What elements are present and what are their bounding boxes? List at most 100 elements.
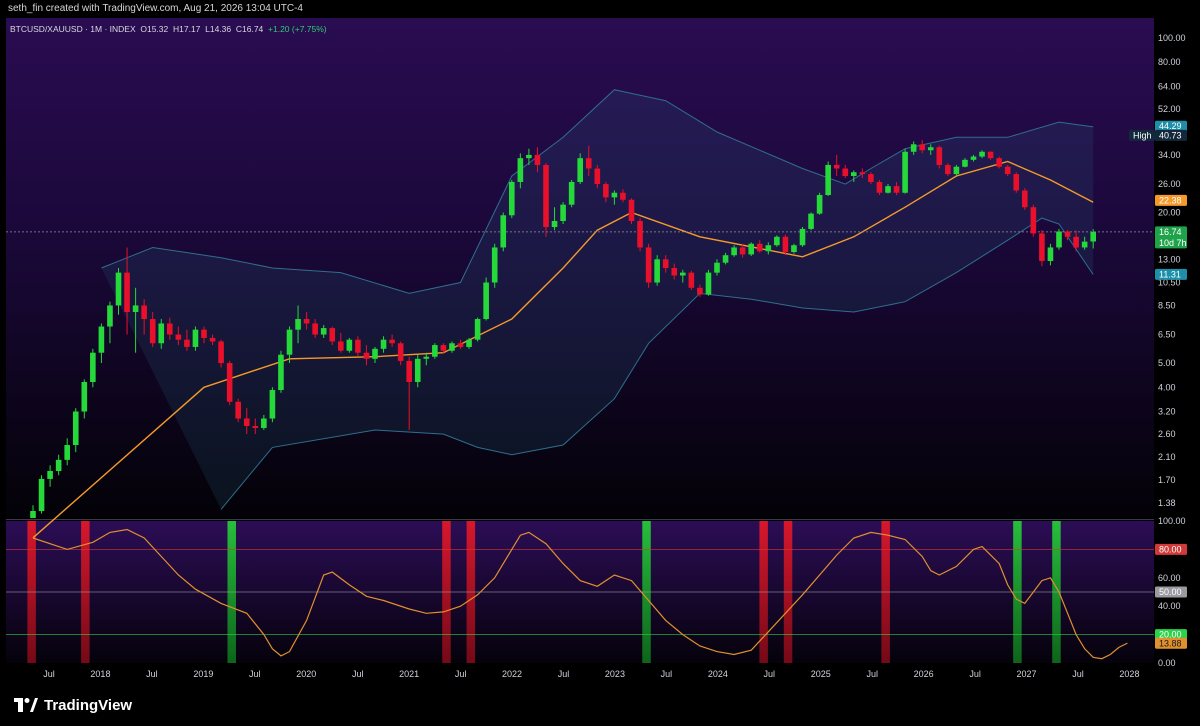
candle-body xyxy=(363,352,370,359)
candle-body xyxy=(791,245,797,253)
price-tick-label: 1.70 xyxy=(1158,475,1176,485)
price-tick-label: 4.00 xyxy=(1158,382,1176,392)
ohlc-close: C16.74 xyxy=(235,24,264,34)
candle-body xyxy=(517,158,524,182)
candle-body xyxy=(1022,190,1028,208)
time-axis[interactable]: Jul 2018 Jul 2019 Jul 2020 Jul 2021 Jul 2022 Jul 20… xyxy=(43,669,1139,679)
candle-body xyxy=(851,172,857,177)
time-tick-label: Jul xyxy=(661,669,673,679)
candle-body xyxy=(98,326,105,353)
time-tick-label: 2019 xyxy=(193,669,213,679)
osc-tick-label: 100.00 xyxy=(1158,516,1186,526)
time-tick-label: Jul xyxy=(558,669,570,679)
price-tick-label: 26.00 xyxy=(1158,179,1181,189)
candle-body xyxy=(175,334,182,340)
candle-body xyxy=(261,418,267,428)
candle-body xyxy=(432,345,438,357)
time-tick-label: 2018 xyxy=(90,669,110,679)
candle-body xyxy=(774,236,780,246)
price-badge-countdown: 10d 7h xyxy=(1159,238,1187,248)
candle-body xyxy=(295,319,301,330)
chart-svg[interactable]: 100.00 80.00 64.00 52.00 34.00 26.00 20.00 13.0… xyxy=(0,0,1200,726)
time-tick-label: Jul xyxy=(249,669,261,679)
candle-body xyxy=(201,329,207,338)
price-tick-label: 1.38 xyxy=(1158,498,1176,508)
candle-body xyxy=(338,341,344,351)
candle-body xyxy=(81,381,88,412)
candle-body xyxy=(962,159,968,167)
candle-body xyxy=(594,168,601,185)
candle-body xyxy=(568,181,575,205)
candle-body xyxy=(192,329,199,347)
candle-body xyxy=(107,305,113,327)
candle-body xyxy=(945,164,951,175)
candle-body xyxy=(526,154,532,159)
candle-body xyxy=(158,323,165,344)
candle-body xyxy=(389,339,395,344)
candle-body xyxy=(312,323,318,335)
price-tick-label: 6.50 xyxy=(1158,330,1176,340)
time-tick-label: 2021 xyxy=(399,669,419,679)
time-tick-label: Jul xyxy=(146,669,158,679)
oscillator-label-badges: 80.0050.0020.0013.88 xyxy=(1155,543,1187,649)
candle-body xyxy=(440,345,447,351)
candle-body xyxy=(90,352,96,382)
candle-body xyxy=(560,204,566,222)
candle-body xyxy=(996,158,1002,167)
candle-body xyxy=(329,328,336,342)
osc-tick-label: 60.00 xyxy=(1158,573,1181,583)
candle-body xyxy=(833,164,840,169)
price-tick-label: 20.00 xyxy=(1158,208,1181,218)
price-tick-label: 100.00 xyxy=(1158,33,1186,43)
time-tick-label: Jul xyxy=(43,669,55,679)
candle-body xyxy=(902,151,908,193)
candle-body xyxy=(491,247,498,283)
candle-body xyxy=(910,144,917,152)
candle-body xyxy=(303,319,310,324)
candle-body xyxy=(1064,231,1071,237)
tradingview-logo[interactable]: TradingView xyxy=(14,692,132,718)
candle-body xyxy=(671,268,678,276)
candle-body xyxy=(799,228,806,246)
candle-body xyxy=(141,305,147,320)
price-tick-label: 64.00 xyxy=(1158,81,1181,91)
price-tick-label: 34.00 xyxy=(1158,150,1181,160)
candle-body xyxy=(654,259,660,283)
candle-body xyxy=(320,328,327,335)
candle-body xyxy=(278,354,284,391)
osc-tick-label: 40.00 xyxy=(1158,601,1181,611)
candle-body xyxy=(722,255,729,263)
candle-body xyxy=(55,459,62,472)
candle-body xyxy=(628,199,635,222)
candle-body xyxy=(132,305,139,313)
symbol-name: BTCUSD/XAUUSD · 1M · INDEX xyxy=(10,24,136,34)
candle-body xyxy=(184,339,190,347)
candle-body xyxy=(372,348,378,359)
candle-body xyxy=(748,243,754,255)
candle-body xyxy=(1030,207,1037,234)
price-tick-label: 5.00 xyxy=(1158,358,1176,368)
ohlc-low: L14.36 xyxy=(205,24,232,34)
candle-body xyxy=(1056,231,1062,248)
candle-body xyxy=(816,195,823,214)
price-badge-tag-label: High xyxy=(1133,130,1152,140)
candle-body xyxy=(1004,166,1011,175)
candle-body xyxy=(235,401,241,419)
candle-body xyxy=(585,158,592,169)
candle-body xyxy=(731,247,737,256)
candle-body xyxy=(269,390,276,419)
candle-body xyxy=(859,172,866,175)
candle-body xyxy=(414,358,421,382)
candle-body xyxy=(765,245,772,252)
time-tick-label: Jul xyxy=(866,669,878,679)
candle-body xyxy=(782,236,789,253)
symbol-header: BTCUSD/XAUUSD · 1M · INDEX O15.32 H17.17… xyxy=(10,24,327,34)
candle-body xyxy=(637,221,643,248)
candle-body xyxy=(397,343,404,361)
tradingview-logo-icon xyxy=(14,698,38,712)
time-tick-label: 2026 xyxy=(914,669,934,679)
candle-body xyxy=(603,184,609,198)
candle-body xyxy=(927,147,934,151)
candle-body xyxy=(64,445,70,460)
candle-body xyxy=(868,174,874,182)
